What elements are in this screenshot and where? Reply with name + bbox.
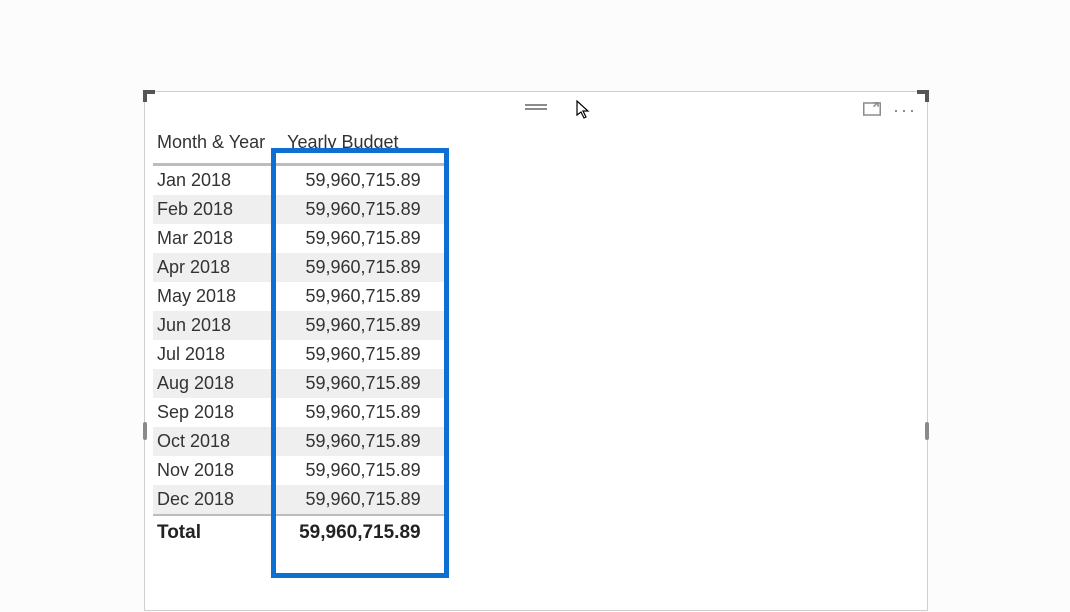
selection-handle-mid-right[interactable] (925, 422, 929, 440)
table-row[interactable]: May 201859,960,715.89 (153, 282, 447, 311)
cell-budget: 59,960,715.89 (275, 340, 447, 369)
cell-budget: 59,960,715.89 (275, 195, 447, 224)
visual-header: ··· (145, 96, 927, 118)
table-row[interactable]: Oct 201859,960,715.89 (153, 427, 447, 456)
selection-handle-mid-left[interactable] (143, 422, 147, 440)
focus-mode-icon[interactable] (863, 102, 881, 121)
table-row[interactable]: Nov 201859,960,715.89 (153, 456, 447, 485)
table-header-row: Month & Year Yearly Budget (153, 126, 447, 165)
canvas: ··· Month & Year Yearly Budget Jan 20185… (0, 0, 1070, 612)
cell-month: Sep 2018 (153, 398, 275, 427)
cell-month: Aug 2018 (153, 369, 275, 398)
column-header-month[interactable]: Month & Year (153, 126, 275, 165)
cell-month: Jun 2018 (153, 311, 275, 340)
mouse-cursor-icon (576, 100, 592, 125)
cell-budget: 59,960,715.89 (275, 282, 447, 311)
table-row-total: Total59,960,715.89 (153, 515, 447, 552)
cell-month: Feb 2018 (153, 195, 275, 224)
cell-budget: 59,960,715.89 (275, 369, 447, 398)
cell-month: Apr 2018 (153, 253, 275, 282)
table-row[interactable]: Apr 201859,960,715.89 (153, 253, 447, 282)
cell-budget: 59,960,715.89 (275, 456, 447, 485)
table-row[interactable]: Sep 201859,960,715.89 (153, 398, 447, 427)
total-label: Total (153, 515, 275, 552)
table-row[interactable]: Aug 201859,960,715.89 (153, 369, 447, 398)
cell-month: Oct 2018 (153, 427, 275, 456)
cell-month: Mar 2018 (153, 224, 275, 253)
cell-month: Dec 2018 (153, 485, 275, 515)
column-header-budget[interactable]: Yearly Budget (275, 126, 447, 165)
table-row[interactable]: Feb 201859,960,715.89 (153, 195, 447, 224)
table-row[interactable]: Mar 201859,960,715.89 (153, 224, 447, 253)
table-row[interactable]: Jul 201859,960,715.89 (153, 340, 447, 369)
cell-budget: 59,960,715.89 (275, 485, 447, 515)
table-row[interactable]: Jun 201859,960,715.89 (153, 311, 447, 340)
cell-month: May 2018 (153, 282, 275, 311)
cell-budget: 59,960,715.89 (275, 224, 447, 253)
cell-month: Nov 2018 (153, 456, 275, 485)
table-row[interactable]: Dec 201859,960,715.89 (153, 485, 447, 515)
cell-budget: 59,960,715.89 (275, 398, 447, 427)
table-visual[interactable]: ··· Month & Year Yearly Budget Jan 20185… (144, 91, 928, 611)
cell-budget: 59,960,715.89 (275, 253, 447, 282)
total-value: 59,960,715.89 (275, 515, 447, 552)
data-table: Month & Year Yearly Budget Jan 201859,96… (153, 126, 447, 552)
table-row[interactable]: Jan 201859,960,715.89 (153, 165, 447, 196)
cell-budget: 59,960,715.89 (275, 427, 447, 456)
cell-month: Jan 2018 (153, 165, 275, 196)
drag-grip-icon[interactable] (525, 102, 547, 112)
cell-budget: 59,960,715.89 (275, 311, 447, 340)
cell-month: Jul 2018 (153, 340, 275, 369)
cell-budget: 59,960,715.89 (275, 165, 447, 196)
more-options-icon[interactable]: ··· (893, 100, 917, 121)
